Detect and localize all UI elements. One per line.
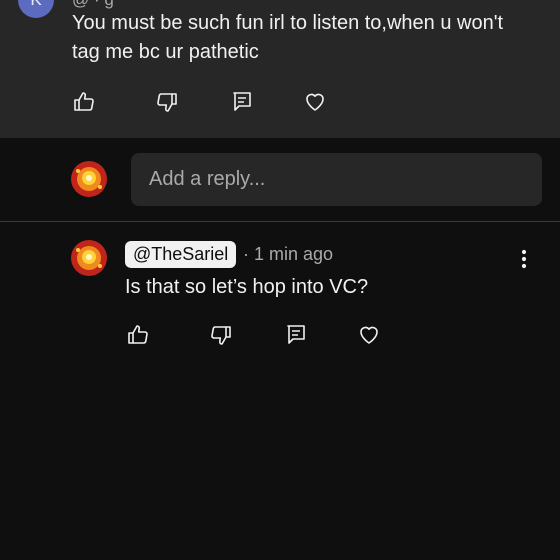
thumbs-up-icon [128, 325, 148, 344]
comment-icon [287, 325, 305, 344]
thumbs-down-icon [157, 93, 177, 112]
comment-text: You must be such fun irl to listen to,wh… [72, 12, 504, 63]
reply-input[interactable] [131, 153, 542, 206]
thumbs-up-icon [74, 92, 94, 111]
comment-icon [233, 92, 251, 111]
more-vertical-icon[interactable] [512, 0, 536, 8]
dislike-button[interactable] [207, 321, 235, 349]
more-vertical-icon[interactable] [512, 247, 536, 271]
heart-button[interactable] [301, 88, 329, 116]
reply-button[interactable] [228, 88, 256, 116]
reply-button[interactable] [282, 321, 310, 349]
like-button[interactable] [70, 88, 98, 116]
heart-icon [360, 326, 378, 344]
avatar[interactable]: K [18, 0, 54, 18]
comment-text: Is that so let’s hop into VC? [125, 276, 369, 298]
highlighted-comment: K @ · g You must be such fun irl to list… [0, 0, 560, 138]
comment-timestamp: · 1 min ago [243, 244, 334, 264]
avatar-letter: K [30, 0, 41, 10]
dislike-button[interactable] [153, 88, 181, 116]
avatar[interactable] [71, 240, 107, 276]
heart-icon [306, 93, 324, 111]
author-handle[interactable]: @TheSariel [125, 241, 237, 268]
divider [0, 221, 560, 222]
like-button[interactable] [124, 321, 152, 349]
comments-thread: K @ · g You must be such fun irl to list… [0, 0, 560, 560]
heart-button[interactable] [355, 321, 383, 349]
avatar[interactable] [71, 161, 107, 197]
thumbs-down-icon [211, 326, 231, 345]
